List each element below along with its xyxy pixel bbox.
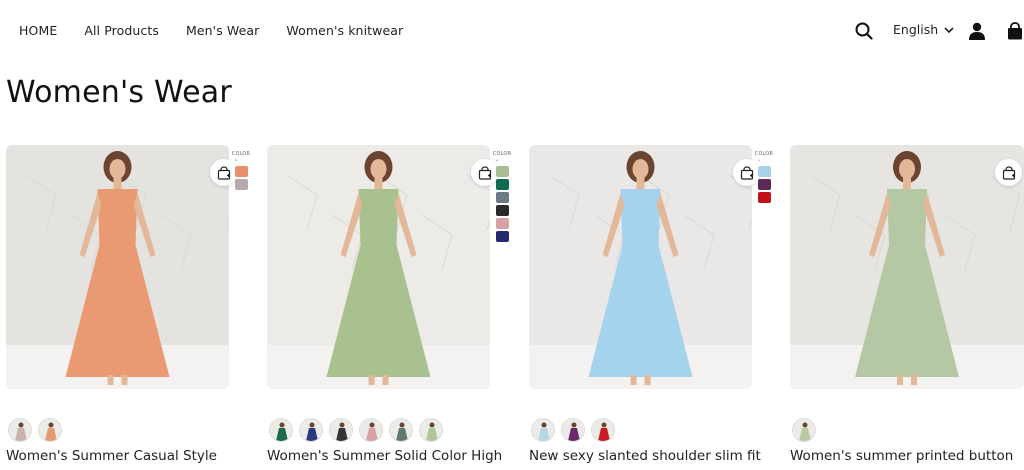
color-swatch[interactable] <box>234 179 248 190</box>
color-swatch[interactable] <box>495 231 509 242</box>
color-separator: • <box>495 158 499 164</box>
color-separator: • <box>757 158 761 164</box>
variant-thumbnails <box>531 418 615 442</box>
color-swatch[interactable] <box>495 205 509 216</box>
product-card[interactable]: COLOR • Women's Summer Solid Color High <box>267 145 512 470</box>
nav-link-mens-wear[interactable]: Men's Wear <box>186 23 259 38</box>
color-options: COLOR • <box>231 151 251 190</box>
variant-thumbnail[interactable] <box>389 418 413 442</box>
variant-thumbnail[interactable] <box>269 418 293 442</box>
add-to-cart-icon[interactable] <box>995 159 1022 186</box>
color-swatch[interactable] <box>495 179 509 190</box>
product-image[interactable] <box>790 145 1024 389</box>
product-name[interactable]: Women's Summer Solid Color High <box>267 448 527 464</box>
shopping-bag-icon[interactable] <box>1006 19 1024 43</box>
variant-thumbnail[interactable] <box>329 418 353 442</box>
variant-thumbnails <box>269 418 443 442</box>
nav-link-womens-knitwear[interactable]: Women's knitwear <box>286 23 403 38</box>
user-icon[interactable] <box>965 19 989 43</box>
color-swatch[interactable] <box>757 192 771 203</box>
color-swatch[interactable] <box>757 179 771 190</box>
color-label: COLOR <box>754 151 774 157</box>
product-card[interactable]: COLOR • New sexy slanted shoulder slim f… <box>529 145 774 470</box>
product-name[interactable]: New sexy slanted shoulder slim fit <box>529 448 789 464</box>
product-card[interactable]: Women's summer printed button <box>790 145 1024 470</box>
language-selector[interactable]: English <box>893 22 954 37</box>
color-swatch[interactable] <box>495 166 509 177</box>
variant-thumbnail[interactable] <box>591 418 615 442</box>
variant-thumbnail[interactable] <box>419 418 443 442</box>
color-separator: • <box>234 158 238 164</box>
color-swatch[interactable] <box>757 166 771 177</box>
top-navigation: HOME All Products Men's Wear Women's kni… <box>0 0 1024 62</box>
swatch-list: • <box>495 158 509 242</box>
variant-thumbnail[interactable] <box>38 418 62 442</box>
color-label: COLOR <box>231 151 251 157</box>
variant-thumbnail[interactable] <box>359 418 383 442</box>
color-swatch[interactable] <box>495 218 509 229</box>
product-card[interactable]: COLOR • Women's Summer Casual Style <box>6 145 251 470</box>
variant-thumbnail[interactable] <box>299 418 323 442</box>
page-title: Women's Wear <box>6 75 232 110</box>
product-name[interactable]: Women's summer printed button <box>790 448 1024 464</box>
language-label: English <box>893 22 939 37</box>
swatch-list: • <box>757 158 771 203</box>
chevron-down-icon <box>944 22 954 37</box>
variant-thumbnail[interactable] <box>792 418 816 442</box>
product-image[interactable] <box>267 145 490 389</box>
color-swatch[interactable] <box>234 166 248 177</box>
product-image[interactable] <box>529 145 752 389</box>
color-label: COLOR <box>492 151 512 157</box>
product-image[interactable] <box>6 145 229 389</box>
variant-thumbnail[interactable] <box>8 418 32 442</box>
color-options: COLOR • <box>492 151 512 242</box>
variant-thumbnails <box>792 418 816 442</box>
variant-thumbnail[interactable] <box>531 418 555 442</box>
color-swatch[interactable] <box>495 192 509 203</box>
nav-link-home[interactable]: HOME <box>19 23 57 38</box>
color-options: COLOR • <box>754 151 774 203</box>
nav-link-all-products[interactable]: All Products <box>84 23 159 38</box>
variant-thumbnails <box>8 418 62 442</box>
product-name[interactable]: Women's Summer Casual Style <box>6 448 266 464</box>
variant-thumbnail[interactable] <box>561 418 585 442</box>
swatch-list: • <box>234 158 248 190</box>
search-icon[interactable] <box>852 19 876 43</box>
nav-links: HOME All Products Men's Wear Women's kni… <box>19 23 430 38</box>
